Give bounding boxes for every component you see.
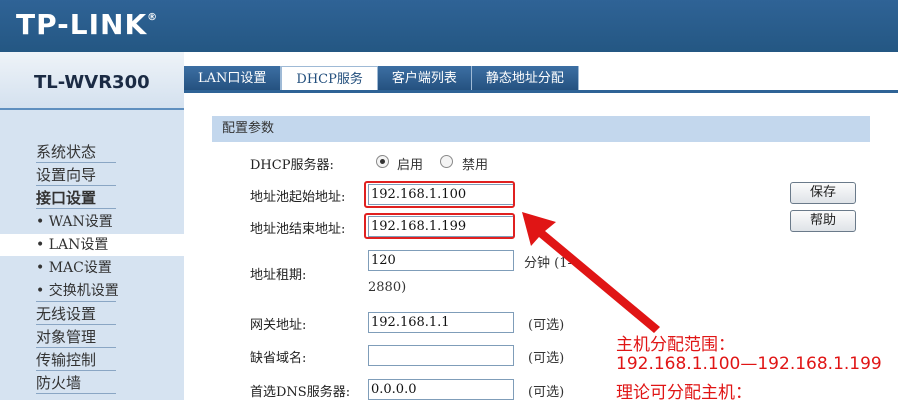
annotation-line-1: 主机分配范围： bbox=[616, 335, 735, 355]
annotation-line-2: 192.168.1.100—192.168.1.199 bbox=[616, 354, 882, 374]
annotation-line-3: 理论可分配主机： bbox=[616, 383, 752, 400]
annotation-arrow-icon bbox=[522, 212, 660, 333]
